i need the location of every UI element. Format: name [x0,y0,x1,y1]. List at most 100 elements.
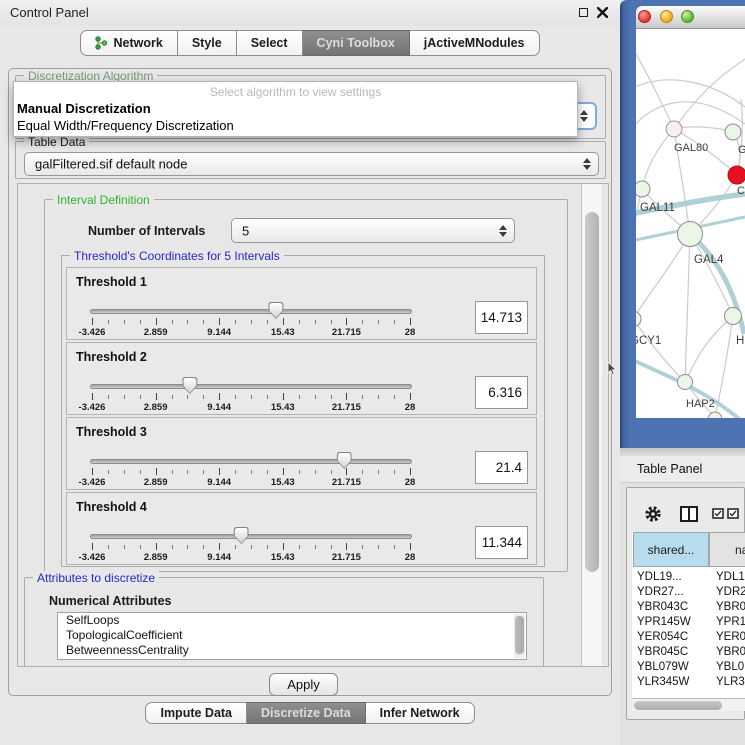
table-row[interactable]: YPR145W YPR1 [632,615,745,630]
svg-text:GAL80: GAL80 [674,142,708,154]
settings-scrollbar[interactable] [581,184,602,666]
cell-name: YBR0 [716,645,745,660]
slider-track[interactable] [90,309,412,314]
algorithm-option-equal-width[interactable]: Equal Width/Frequency Discretization [17,118,234,133]
node-table: shared... na YDL19...YDL1YDR27...YDR2YBR… [632,532,745,698]
close-icon[interactable] [597,7,608,18]
slider-thumb[interactable] [234,527,249,544]
gear-icon[interactable] [644,505,662,523]
slider-ticks [92,393,410,401]
table-horizontal-scrollbar[interactable] [632,698,745,711]
checkbox-icon[interactable] [727,508,739,519]
network-view[interactable]: GAL80 G C GAL11 GAL4 GCY1 H HAP2 [636,29,745,418]
tab-select[interactable]: Select [237,30,303,56]
threshold-box: Threshold 2-3.4262.8599.14415.4321.71528… [66,342,537,415]
tab-impute-data[interactable]: Impute Data [145,702,247,724]
svg-text:HAP2: HAP2 [686,398,715,410]
slider-thumb[interactable] [268,302,283,319]
threshold-value-field[interactable]: 21.4 [475,451,528,484]
split-columns-icon[interactable] [680,506,698,522]
svg-text:GAL11: GAL11 [640,202,675,214]
slider-ticks [92,543,410,551]
node-gcy1 [636,311,641,327]
node-green [725,124,741,140]
table-rows: YDL19...YDL1YDR27...YDR2YBR043CYBR0YPR14… [632,570,745,685]
tab-discretize-data[interactable]: Discretize Data [247,702,366,724]
svg-text:GCY1: GCY1 [636,335,661,347]
threshold-slider[interactable]: -3.4262.8599.14415.4321.71528 [90,380,412,414]
cell-shared-name: YER054C [637,630,688,645]
threshold-box: Threshold 3 -3.4262.8599.14415.4321.71528… [66,417,537,490]
slider-tick-labels: -3.4262.8599.14415.4321.71528 [92,402,410,413]
tab-cyni-toolbox[interactable]: Cyni Toolbox [303,30,410,56]
divider[interactable] [620,448,745,456]
algorithm-option-manual[interactable]: Manual Discretization [17,101,151,116]
cell-name: YLR3 [716,675,745,685]
number-of-intervals-combobox[interactable]: 5 [231,218,515,243]
cell-name: YDL1 [716,570,745,585]
node-hap2 [678,375,693,390]
cell-shared-name: YBR043C [637,600,688,615]
slider-track[interactable] [90,459,412,464]
slider-thumb[interactable] [182,377,197,394]
table-row[interactable]: YBR043CYBR0 [632,600,745,615]
slider-track[interactable] [90,534,412,539]
column-header-shared-name[interactable]: shared... [633,532,709,567]
tab-label: Infer Network [380,703,460,724]
slider-ticks [92,318,410,326]
table-row[interactable]: YDR27...YDR2 [632,585,745,600]
table-panel-titlebar: Table Panel [620,456,745,483]
algorithm-placeholder-option[interactable]: Select algorithm to view settings [14,85,577,99]
cell-shared-name: YBL079W [637,660,689,675]
threshold-slider[interactable]: -3.4262.8599.14415.4321.71528 [90,305,412,339]
table-data-value: galFiltered.sif default node [35,157,187,172]
slider-track[interactable] [90,384,412,389]
network-window-titlebar[interactable] [636,6,745,29]
list-scrollbar[interactable] [514,614,525,658]
tab-label: Style [192,31,222,56]
svg-text:G: G [738,144,745,156]
minimize-traffic-light[interactable] [660,10,673,23]
threshold-value-field[interactable]: 11.344 [475,526,528,559]
algorithm-dropdown-popup: Select algorithm to view settings Manual… [13,81,578,137]
slider-thumb[interactable] [337,452,352,469]
cell-shared-name: YPR145W [637,615,691,630]
node-gal11 [636,181,650,197]
list-item[interactable]: SelfLoops [58,613,526,628]
cell-name: YER0 [716,630,745,645]
cell-name: YDR2 [716,585,745,600]
interval-definition-title: Interval Definition [53,193,154,207]
cell-name: YPR1 [716,615,745,630]
network-nodes[interactable] [636,121,745,418]
cell-name: YBL0 [716,660,744,675]
apply-button[interactable]: Apply [269,673,338,696]
thresholds-group: Threshold's Coordinates for 5 Intervals … [61,255,545,567]
tab-jactivemnodules[interactable]: jActiveMNodules [410,30,540,56]
cell-shared-name: YLR345W [637,675,689,685]
tab-style[interactable]: Style [178,30,237,56]
table-data-combobox[interactable]: galFiltered.sif default node [24,152,599,176]
svg-text:C: C [737,185,745,197]
table-row[interactable]: YER054C YER0 [632,630,745,645]
table-row[interactable]: YLR345W YLR3 [632,675,745,685]
column-header-name[interactable]: na [709,532,745,567]
table-panel-title: Table Panel [637,462,702,476]
zoom-traffic-light[interactable] [681,10,694,23]
numerical-attributes-label: Numerical Attributes [49,594,171,608]
threshold-label: Threshold 3 [76,425,147,439]
tab-network[interactable]: Network [80,30,177,56]
table-row[interactable]: YBR045CYBR0 [632,645,745,660]
list-item[interactable]: TopologicalCoefficient [58,628,526,643]
float-icon[interactable] [579,8,588,17]
tab-infer-network[interactable]: Infer Network [366,702,475,724]
checkbox-icon[interactable] [712,508,724,519]
close-traffic-light[interactable] [638,10,651,23]
list-item[interactable]: BetweennessCentrality [58,643,526,658]
table-row[interactable]: YBL079W YBL0 [632,660,745,675]
table-row[interactable]: YDL19...YDL1 [632,570,745,585]
threshold-slider[interactable]: -3.4262.8599.14415.4321.71528 [90,530,412,564]
threshold-value-field[interactable]: 6.316 [475,376,528,409]
threshold-slider[interactable]: -3.4262.8599.14415.4321.71528 [90,455,412,489]
threshold-value-field[interactable]: 14.713 [475,301,528,334]
numerical-attributes-list[interactable]: SelfLoopsTopologicalCoefficientBetweenne… [57,612,527,660]
